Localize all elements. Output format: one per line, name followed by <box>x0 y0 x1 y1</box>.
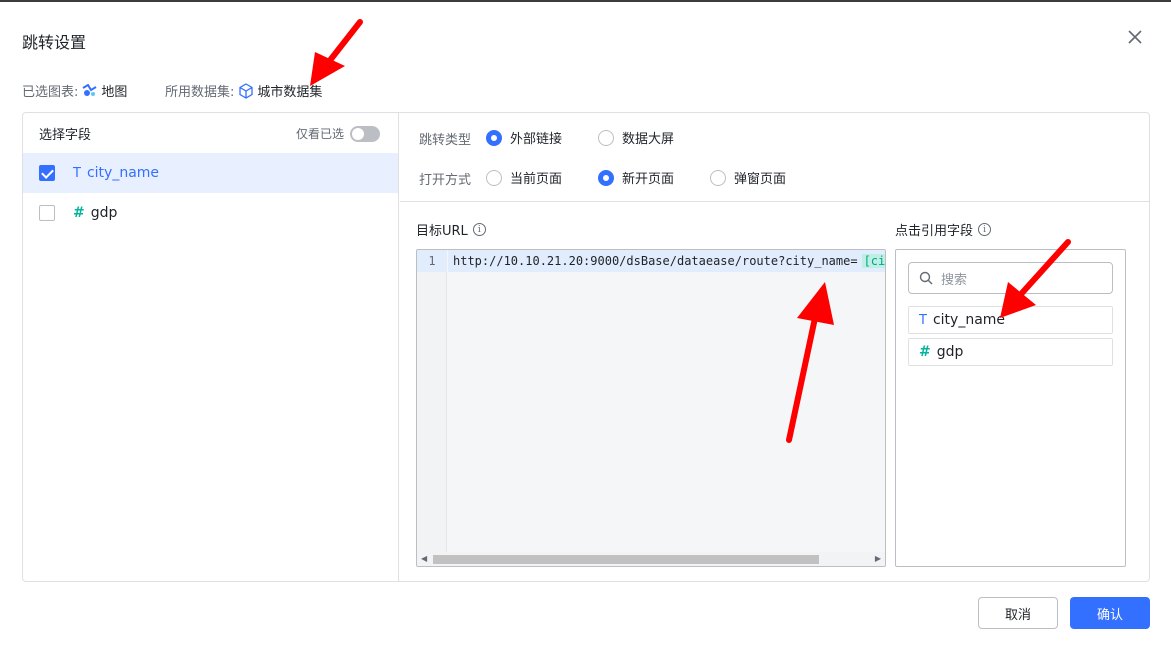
ref-field-label: 点击引用字段 i <box>895 220 992 239</box>
only-selected-toggle-group: 仅看已选 <box>296 125 381 142</box>
text-type-icon: T <box>73 165 81 181</box>
horizontal-scrollbar[interactable]: ◀ ▶ <box>417 552 885 566</box>
search-placeholder: 搜索 <box>941 272 968 288</box>
jump-type-label: 跳转类型 <box>419 133 472 148</box>
ref-field-panel: 搜索 T city_name # gdp <box>895 249 1126 567</box>
radio-new-page[interactable]: 新开页面 <box>598 168 674 187</box>
radio-dot[interactable] <box>598 169 614 186</box>
search-icon <box>919 271 933 285</box>
radio-label: 外部链接 <box>510 132 563 147</box>
number-type-icon: # <box>919 344 931 360</box>
selected-chart-label: 已选图表: <box>22 85 79 100</box>
field-checkbox-city-name[interactable] <box>39 165 55 181</box>
dataset-info: 所用数据集: 城市数据集 <box>165 81 322 100</box>
target-url-text: 目标URL <box>416 224 468 239</box>
field-select-panel: 选择字段 仅看已选 T city_name # gdp <box>23 113 399 581</box>
dialog-title: 跳转设置 <box>22 33 87 52</box>
url-text: http://10.10.21.20:9000/dsBase/dataease/… <box>453 254 858 268</box>
cancel-button[interactable]: 取消 <box>978 597 1058 629</box>
confirm-button[interactable]: 确认 <box>1070 597 1150 629</box>
number-type-icon: # <box>73 205 85 221</box>
selected-chart-info: 已选图表: 地图 <box>22 81 127 100</box>
selected-chart-name: 地图 <box>101 85 128 100</box>
radio-dot[interactable] <box>598 129 614 146</box>
field-row-gdp[interactable]: # gdp <box>23 193 398 233</box>
field-checkbox-gdp[interactable] <box>39 205 55 221</box>
settings-frame: 选择字段 仅看已选 T city_name # gdp 跳转类型 外部链接 数据… <box>22 112 1150 582</box>
selected-chart-value: 地图 <box>82 81 127 100</box>
search-input[interactable]: 搜索 <box>908 262 1113 294</box>
radio-label: 新开页面 <box>622 172 675 187</box>
ref-item-city-name[interactable]: T city_name <box>908 306 1113 334</box>
field-param-tag: [city <box>861 254 885 268</box>
radio-label: 数据大屏 <box>622 132 675 147</box>
scrollbar-thumb[interactable] <box>433 555 819 564</box>
radio-dot[interactable] <box>486 169 502 186</box>
scroll-left-icon[interactable]: ◀ <box>421 554 427 563</box>
editor-gutter <box>417 250 447 566</box>
close-icon[interactable] <box>1126 28 1144 46</box>
radio-dot[interactable] <box>486 129 502 146</box>
only-selected-toggle[interactable] <box>350 125 381 142</box>
field-panel-header: 选择字段 <box>39 128 92 143</box>
url-code-line[interactable]: http://10.10.21.20:9000/dsBase/dataease/… <box>453 250 885 272</box>
ref-item-name: city_name <box>932 312 1006 328</box>
dataset-name: 城市数据集 <box>257 85 323 100</box>
info-icon[interactable]: i <box>978 223 992 236</box>
text-type-icon: T <box>919 312 927 328</box>
jump-options: 跳转类型 外部链接 数据大屏 打开方式 当前页面 新开页面 弹窗页面 <box>400 113 1149 202</box>
dataset-label: 所用数据集: <box>165 85 235 100</box>
ref-field-text: 点击引用字段 <box>895 224 974 239</box>
radio-data-screen[interactable]: 数据大屏 <box>598 128 674 147</box>
map-chart-icon <box>82 83 97 96</box>
radio-label: 弹窗页面 <box>734 172 787 187</box>
open-mode-label: 打开方式 <box>419 173 472 188</box>
url-code-editor[interactable]: 1 http://10.10.21.20:9000/dsBase/dataeas… <box>416 249 886 567</box>
info-icon[interactable]: i <box>472 223 486 236</box>
radio-dot[interactable] <box>710 169 726 186</box>
cube-icon <box>239 82 254 99</box>
ref-item-gdp[interactable]: # gdp <box>908 338 1113 366</box>
only-selected-label: 仅看已选 <box>296 127 345 141</box>
radio-external-link[interactable]: 外部链接 <box>486 128 562 147</box>
radio-popup-page[interactable]: 弹窗页面 <box>710 168 786 187</box>
field-name: city_name <box>86 165 160 181</box>
field-row-city-name[interactable]: T city_name <box>23 153 398 193</box>
radio-current-page[interactable]: 当前页面 <box>486 168 562 187</box>
jump-settings-dialog: 跳转设置 已选图表: 地图 所用数据集: 城市数据集 选择字段 仅看已选 T c… <box>0 0 1171 647</box>
line-number: 1 <box>417 250 447 272</box>
radio-label: 当前页面 <box>510 172 563 187</box>
target-url-label: 目标URL i <box>416 220 486 239</box>
ref-item-name: gdp <box>936 344 964 360</box>
dataset-value: 城市数据集 <box>238 81 322 100</box>
scroll-right-icon[interactable]: ▶ <box>875 554 881 563</box>
field-name: gdp <box>90 205 118 221</box>
